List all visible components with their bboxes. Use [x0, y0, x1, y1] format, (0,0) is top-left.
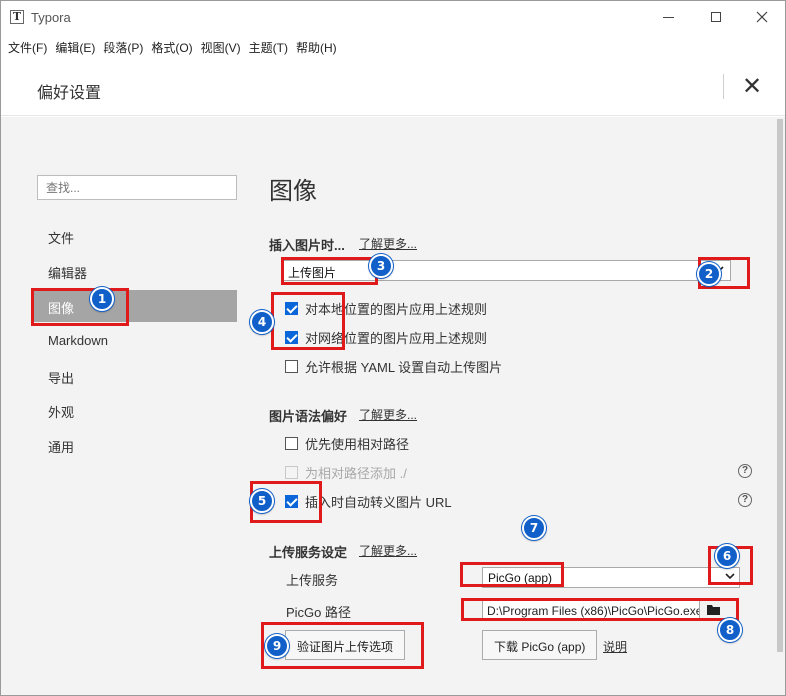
sidebar-item-general[interactable]: 通用 [31, 429, 237, 461]
instructions-link[interactable]: 说明 [603, 638, 627, 655]
escape-url-label: 插入时自动转义图片 URL [305, 494, 452, 510]
syntax-pref-label: 图片语法偏好 [269, 409, 348, 424]
menu-help[interactable]: 帮助(H) [292, 36, 341, 58]
menu-paragraph[interactable]: 段落(P) [99, 36, 147, 58]
annotation-badge-2: 2 [697, 262, 721, 286]
verify-upload-button[interactable]: 验证图片上传选项 [285, 630, 406, 660]
upload-service-select[interactable]: PicGo (app) [482, 567, 740, 588]
preferences-search-input[interactable] [37, 175, 237, 200]
window-title: Typora [31, 10, 71, 25]
insert-image-label: 插入图片时... [269, 238, 345, 253]
apply-network-option[interactable]: 对网络位置的图片应用上述规则 [285, 328, 487, 346]
insert-image-action-select[interactable]: 上传图片 [282, 260, 731, 281]
annotation-badge-5: 5 [250, 489, 274, 513]
sidebar-item-file[interactable]: 文件 [31, 220, 237, 252]
minimize-button[interactable] [645, 5, 691, 29]
sidebar-item-appearance[interactable]: 外观 [31, 394, 237, 426]
annotation-badge-9: 9 [265, 634, 289, 658]
header-divider [723, 74, 724, 99]
folder-icon [706, 605, 720, 615]
menu-view[interactable]: 视图(V) [197, 36, 245, 58]
scrollbar[interactable] [776, 117, 785, 695]
add-dot-slash-label: 为相对路径添加 ./ [305, 465, 407, 481]
title-bar: T Typora [1, 1, 785, 34]
upload-service-learn-more-link[interactable]: 了解更多... [359, 542, 417, 559]
typora-logo-icon: T [10, 10, 24, 24]
upload-service-group-label: 上传服务设定 [269, 545, 348, 560]
menu-bar: 文件(F) 编辑(E) 段落(P) 格式(O) 视图(V) 主题(T) 帮助(H… [1, 36, 341, 58]
annotation-badge-4: 4 [250, 310, 274, 334]
chevron-down-icon[interactable] [720, 568, 740, 587]
relative-path-option[interactable]: 优先使用相对路径 [285, 434, 409, 452]
annotation-badge-7: 7 [522, 516, 546, 540]
annotation-badge-8: 8 [718, 618, 742, 642]
menu-theme[interactable]: 主题(T) [245, 36, 292, 58]
add-dot-slash-option: 为相对路径添加 ./ [285, 463, 407, 481]
sidebar-item-image[interactable]: 图像 [31, 290, 237, 322]
apply-network-label: 对网络位置的图片应用上述规则 [305, 330, 488, 346]
minimize-icon [662, 16, 674, 18]
apply-network-checkbox[interactable] [285, 330, 298, 344]
apply-local-label: 对本地位置的图片应用上述规则 [305, 301, 488, 317]
escape-url-option[interactable]: 插入时自动转义图片 URL [285, 492, 452, 510]
relative-path-checkbox[interactable] [285, 436, 298, 450]
upload-service-label: 上传服务 [286, 573, 339, 588]
apply-local-option[interactable]: 对本地位置的图片应用上述规则 [285, 299, 487, 317]
typora-window: T Typora 文件(F) 编辑(E) 段落(P) 格式(O) 视图(V) 主… [0, 0, 786, 696]
picgo-path-input[interactable]: D:\Program Files (x86)\PicGo\PicGo.exe [482, 599, 700, 621]
allow-yaml-label: 允许根据 YAML 设置自动上传图片 [305, 359, 503, 375]
apply-local-checkbox[interactable] [285, 301, 298, 315]
insert-image-action-value: 上传图片 [288, 266, 337, 280]
help-icon[interactable]: ? [738, 464, 752, 478]
annotation-badge-1: 1 [90, 287, 114, 311]
syntax-pref-learn-more-link[interactable]: 了解更多... [359, 406, 417, 423]
sidebar-item-editor[interactable]: 编辑器 [31, 255, 237, 287]
maximize-icon [711, 12, 721, 22]
annotation-badge-6: 6 [715, 544, 739, 568]
insert-image-learn-more-link[interactable]: 了解更多... [359, 235, 417, 252]
menu-format[interactable]: 格式(O) [147, 36, 196, 58]
annotation-badge-3: 3 [369, 254, 393, 278]
help-icon[interactable]: ? [738, 493, 752, 507]
menu-edit[interactable]: 编辑(E) [51, 36, 99, 58]
relative-path-label: 优先使用相对路径 [305, 436, 410, 452]
upload-service-value: PicGo (app) [488, 571, 553, 585]
section-heading: 图像 [269, 178, 317, 205]
menu-file[interactable]: 文件(F) [4, 36, 51, 58]
preferences-close-button[interactable]: ✕ [737, 72, 767, 102]
allow-yaml-option[interactable]: 允许根据 YAML 设置自动上传图片 [285, 357, 502, 375]
preferences-body: 文件 编辑器 图像 Markdown 导出 外观 通用 图像 插入图片时... … [1, 117, 785, 695]
close-icon [756, 11, 768, 23]
sidebar-item-export[interactable]: 导出 [31, 360, 237, 392]
browse-folder-button[interactable] [701, 599, 725, 621]
escape-url-checkbox[interactable] [285, 494, 298, 508]
maximize-button[interactable] [693, 5, 739, 29]
preferences-title: 偏好设置 [37, 85, 102, 102]
window-close-button[interactable] [739, 5, 785, 29]
sidebar-item-markdown[interactable]: Markdown [31, 325, 237, 357]
picgo-path-label: PicGo 路径 [286, 605, 352, 620]
download-picgo-button[interactable]: 下载 PicGo (app) [482, 630, 598, 660]
scrollbar-thumb[interactable] [777, 119, 783, 652]
preferences-header: 偏好设置 ✕ [1, 63, 785, 116]
add-dot-slash-checkbox [285, 465, 298, 479]
allow-yaml-checkbox[interactable] [285, 359, 298, 373]
